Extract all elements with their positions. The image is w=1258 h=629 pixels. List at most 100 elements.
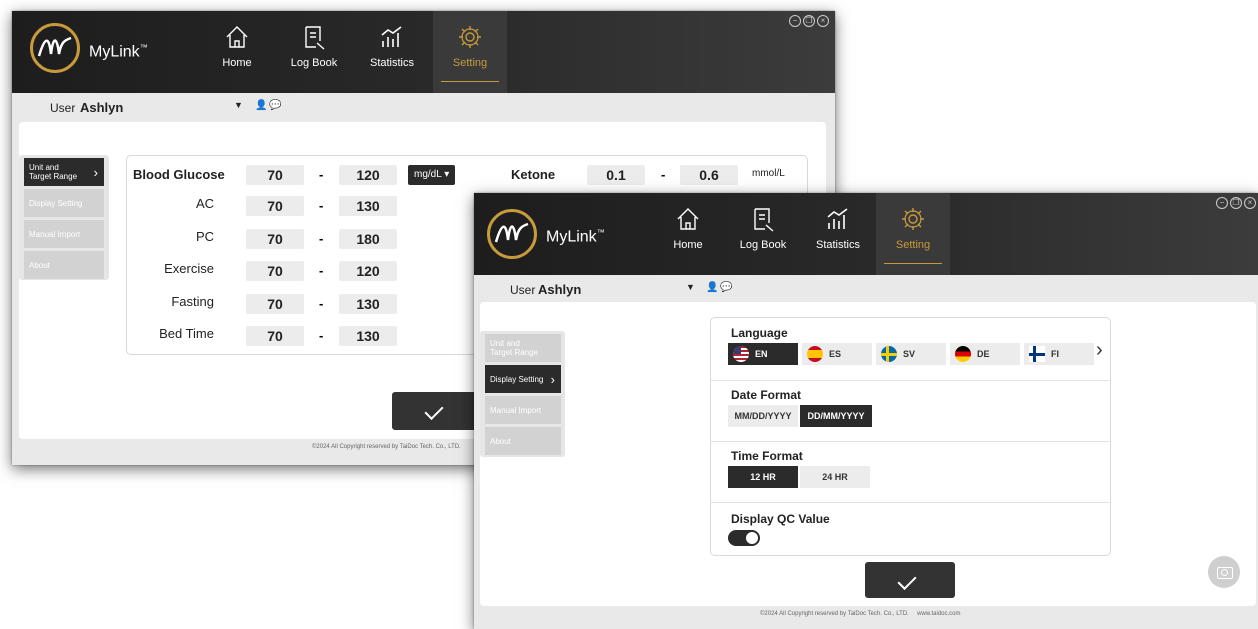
chevron-right-icon[interactable]: › (1096, 339, 1103, 362)
logbook-icon (754, 208, 774, 232)
fasting-max-input[interactable]: 130 (339, 294, 397, 314)
chevron-down-icon[interactable]: ▼ (686, 282, 695, 292)
home-icon (677, 208, 699, 230)
restore-icon[interactable]: ❐ (1230, 197, 1242, 209)
brand-name: MyLink™ (89, 43, 148, 61)
ac-label: AC (195, 196, 214, 211)
exercise-max-input[interactable]: 120 (339, 261, 397, 281)
minimize-icon[interactable]: − (1216, 197, 1228, 209)
mylink-logo (487, 209, 537, 259)
user-bar: User Ashlyn ▼ 👤 💬 (474, 275, 1258, 301)
language-option-es[interactable]: ES (802, 343, 872, 365)
exercise-min-input[interactable]: 70 (246, 261, 304, 281)
settings-window-display: MyLink™ Home Log Book Statistics Setting… (474, 193, 1258, 629)
minimize-icon[interactable]: − (789, 15, 801, 27)
user-icon[interactable]: 👤 (706, 282, 718, 293)
chevron-down-icon[interactable]: ▼ (234, 100, 243, 110)
exercise-label: Exercise (164, 261, 214, 276)
section-divider (711, 502, 1110, 503)
message-icon[interactable]: 💬 (269, 100, 281, 111)
user-icon[interactable]: 👤 (255, 100, 267, 111)
copyright-footer: ©2024 All Copyright reserved by TaiDoc T… (312, 444, 461, 450)
gear-icon (459, 26, 481, 48)
glucose-max-input[interactable]: 120 (339, 165, 397, 185)
confirm-button[interactable] (865, 562, 955, 598)
language-option-fi[interactable]: FI (1024, 343, 1094, 365)
close-icon[interactable]: × (1244, 197, 1256, 209)
sidebar-item-unit-target[interactable]: Unit and Target Range (485, 334, 561, 362)
pc-max-input[interactable]: 180 (339, 229, 397, 249)
app-header: MyLink™ Home Log Book Statistics Setting… (12, 11, 835, 93)
range-dash: - (319, 167, 324, 182)
window-controls: − ❐ × (789, 15, 829, 27)
sidebar-item-unit-target[interactable]: Unit and Target Range › (24, 158, 104, 186)
us-flag-icon (733, 346, 749, 362)
blood-glucose-label: Blood Glucose (133, 167, 225, 182)
pc-min-input[interactable]: 70 (246, 229, 304, 249)
language-option-de[interactable]: DE (950, 343, 1020, 365)
sidebar-item-manual-import[interactable]: Manual Import (24, 220, 104, 248)
logbook-icon (305, 26, 325, 50)
bedtime-min-input[interactable]: 70 (246, 326, 304, 346)
user-select[interactable]: Ashlyn (538, 282, 581, 297)
ketone-label: Ketone (511, 167, 556, 182)
settings-sidebar: Unit and Target Range › Display Setting M… (19, 155, 109, 280)
spain-flag-icon (807, 346, 823, 362)
ac-max-input[interactable]: 130 (339, 196, 397, 216)
range-dash: - (319, 231, 324, 246)
ac-min-input[interactable]: 70 (246, 196, 304, 216)
ketone-max-input[interactable]: 0.6 (680, 165, 738, 185)
statistics-icon (381, 26, 402, 47)
germany-flag-icon (955, 346, 971, 362)
bedtime-max-input[interactable]: 130 (339, 326, 397, 346)
mylink-logo (30, 23, 80, 73)
user-bar: User Ashlyn ▼ 👤 💬 (12, 93, 835, 119)
message-icon[interactable]: 💬 (720, 282, 732, 293)
display-setting-box: Language EN ES SV DE FI › Date Format MM… (710, 317, 1111, 556)
display-qc-title: Display QC Value (731, 512, 830, 526)
range-dash: - (319, 296, 324, 311)
confirm-button[interactable] (392, 392, 482, 430)
date-format-title: Date Format (731, 388, 802, 402)
nav-setting[interactable]: Setting (876, 193, 950, 275)
sidebar-item-manual-import[interactable]: Manual Import (485, 396, 561, 424)
ketone-unit: mmol/L (752, 168, 785, 179)
time-format-title: Time Format (731, 449, 803, 463)
time-format-24hr[interactable]: 24 HR (800, 466, 870, 488)
language-option-en[interactable]: EN (728, 343, 798, 365)
camera-icon[interactable] (1208, 556, 1240, 588)
active-underline (441, 81, 499, 82)
range-dash: - (319, 328, 324, 343)
nav-setting[interactable]: Setting (433, 11, 507, 93)
fasting-min-input[interactable]: 70 (246, 294, 304, 314)
sidebar-item-display-setting[interactable]: Display Setting (24, 189, 104, 217)
glucose-unit-select[interactable]: mg/dL ▾ (408, 165, 456, 185)
statistics-icon (827, 208, 848, 229)
sidebar-item-display-setting[interactable]: Display Setting › (485, 365, 561, 393)
pc-label: PC (195, 229, 214, 244)
nav-home[interactable]: Home (200, 11, 274, 93)
nav-statistics[interactable]: Statistics (355, 11, 429, 93)
date-format-mmddyyyy[interactable]: MM/DD/YYYY (728, 405, 798, 427)
user-label: User (510, 283, 536, 297)
nav-home[interactable]: Home (651, 193, 725, 275)
close-icon[interactable]: × (817, 15, 829, 27)
nav-logbook[interactable]: Log Book (726, 193, 800, 275)
fasting-label: Fasting (171, 294, 214, 309)
nav-statistics[interactable]: Statistics (801, 193, 875, 275)
content-panel: Unit and Target Range Display Setting › M… (480, 302, 1256, 606)
display-qc-toggle[interactable] (728, 530, 760, 546)
restore-icon[interactable]: ❐ (803, 15, 815, 27)
home-icon (226, 26, 248, 48)
finland-flag-icon (1029, 346, 1045, 362)
glucose-min-input[interactable]: 70 (246, 165, 304, 185)
date-format-ddmmyyyy[interactable]: DD/MM/YYYY (800, 405, 872, 427)
sidebar-item-about[interactable]: About (24, 251, 104, 279)
language-option-sv[interactable]: SV (876, 343, 946, 365)
sidebar-item-about[interactable]: About (485, 427, 561, 455)
nav-logbook[interactable]: Log Book (277, 11, 351, 93)
user-select[interactable]: Ashlyn (80, 100, 123, 115)
ketone-min-input[interactable]: 0.1 (587, 165, 645, 185)
time-format-12hr[interactable]: 12 HR (728, 466, 798, 488)
chevron-right-icon: › (93, 164, 98, 180)
